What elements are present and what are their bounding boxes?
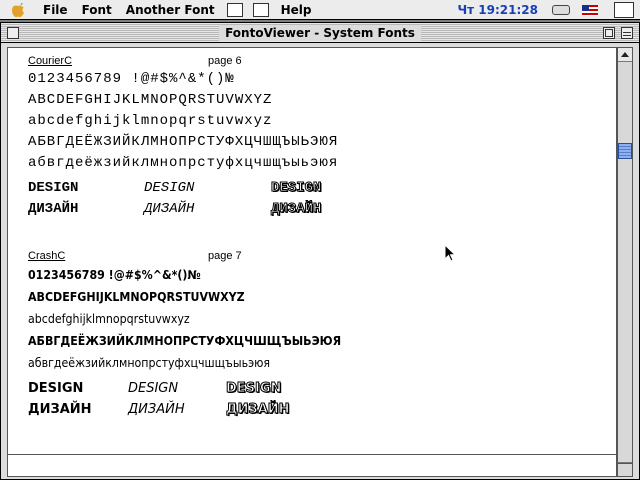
sample-latin-lower: abcdefghijklmnopqrstuvwxyz [28,113,273,129]
design-italic: DESIGN [128,381,179,396]
sample-digits: 0123456789 !@#$%^&*()№ [28,71,235,87]
disk-icon[interactable] [552,5,570,15]
design-outline: DESIGN [270,180,322,197]
font-name: CourierC [28,55,73,67]
design-latin-row: DESIGN DESIGN DESIGN [28,378,368,399]
design-italic: DESIGN [144,180,195,196]
design-bold: DESIGN [28,381,84,396]
mouse-pointer-icon [444,244,456,262]
vertical-scrollbar[interactable] [617,47,633,477]
sample-latin-lower: abcdefghijklmnopqrstuvwxyz [28,312,190,326]
menu-bar: File Font Another Font Help Чт 19:21:28 [0,0,640,20]
design-italic: ДИЗАЙН [128,402,185,417]
specimen-crashc: CrashC page 7 0123456789 !@#$%^&*()№ ABC… [28,250,368,420]
menu-another-font[interactable]: Another Font [119,0,222,20]
collapse-box-icon[interactable] [621,27,633,39]
sample-cyrillic-lower: абвгдеёжзийклмнопрстуфхцчшщъыьэюя [28,155,339,171]
menu-font[interactable]: Font [75,0,119,20]
design-bold: DESIGN [28,180,79,196]
specimen-courierc: CourierC page 6 0123456789 !@#$%^&*()№ A… [28,55,338,220]
apple-menu-icon[interactable] [0,0,36,20]
window-list-icon[interactable] [226,2,243,17]
sample-digits: 0123456789 !@#$%^&*()№ [28,268,201,282]
page-label: page 6 [208,55,242,67]
font-name: CrashC [28,250,66,262]
scroll-up-button[interactable] [618,48,632,62]
design-outline: ДИЗАЙН [226,402,291,418]
menu-file[interactable]: File [36,0,75,20]
window-title: FontoViewer - System Fonts [219,25,421,41]
menubar-clock[interactable]: Чт 19:21:28 [457,3,538,17]
keyboard-layout-flag-icon[interactable] [582,4,598,16]
sample-cyrillic-upper: АБВГДЕЁЖЗИЙКЛМНОПРСТУФХЦЧШЩЪЫЬЭЮЯ [28,134,339,150]
page-label: page 7 [208,250,242,262]
close-box-icon[interactable] [7,27,19,39]
sample-cyrillic-upper: АБВГДЕЁЖЗИЙКЛМНОПРСТУФХЦЧШЩЪЫЬЭЮЯ [28,334,342,348]
font-preview-area: CourierC page 6 0123456789 !@#$%^&*()№ A… [7,47,617,477]
design-cyrillic-row: ДИЗАЙН ДИЗАЙН ДИЗАЙН [28,399,368,420]
resize-grow-box[interactable] [617,463,633,477]
sample-cyrillic-lower: абвгдеёжзийклмнопрстуфхцчшщъыьэюя [28,356,271,370]
application-menu-icon[interactable] [614,2,634,18]
fontoviewer-window: FontoViewer - System Fonts CourierC page… [0,22,640,480]
arrow-up-icon [621,52,629,57]
content-divider [7,454,617,455]
design-cyrillic-row: ДИЗАЙН ДИЗАЙН ДИЗАЙН [28,199,338,220]
copy-pages-icon[interactable] [252,2,269,17]
design-outline: DESIGN [225,381,282,397]
scroll-thumb[interactable] [618,143,632,159]
design-outline: ДИЗАЙН [270,201,322,218]
sample-latin-upper: ABCDEFGHIJKLMNOPQRSTUVWXYZ [28,290,245,304]
design-latin-row: DESIGN DESIGN DESIGN [28,178,338,199]
design-italic: ДИЗАЙН [144,201,195,217]
menu-help[interactable]: Help [274,0,319,20]
sample-latin-upper: ABCDEFGHIJKLMNOPQRSTUVWXYZ [28,92,273,108]
design-bold: ДИЗАЙН [28,402,92,417]
window-titlebar[interactable]: FontoViewer - System Fonts [1,23,639,43]
zoom-box-icon[interactable] [603,27,615,39]
design-bold: ДИЗАЙН [28,201,79,217]
